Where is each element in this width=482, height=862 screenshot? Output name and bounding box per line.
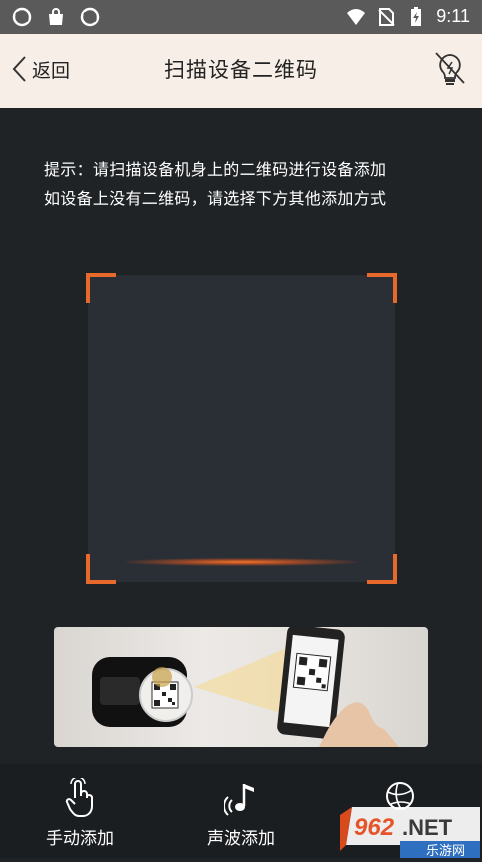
- hint-line-2: 如设备上没有二维码，请选择下方其他添加方式: [44, 189, 387, 208]
- sound-wave-add-button[interactable]: 声波添加: [171, 778, 311, 849]
- title-bar: 返回 扫描设备二维码: [0, 34, 482, 108]
- page-title: 扫描设备二维码: [164, 58, 318, 82]
- site-watermark-logo: 962 .NET 乐游网: [340, 805, 482, 859]
- scan-hint: 提示：请扫描设备机身上的二维码进行设备添加 如设备上没有二维码，请选择下方其他添…: [44, 155, 464, 213]
- wifi-icon: [347, 8, 366, 25]
- sync-icon: [12, 7, 32, 27]
- sync-icon: [80, 7, 100, 27]
- clock: 9:11: [436, 6, 470, 26]
- manual-add-button[interactable]: 手动添加: [10, 778, 150, 849]
- hand-tap-icon: [65, 778, 93, 817]
- battery-charging-icon: [411, 6, 422, 26]
- flashlight-off-icon[interactable]: [432, 50, 468, 88]
- shopping-bag-icon: [49, 8, 63, 25]
- camera-scanning-qr-image: [92, 627, 399, 747]
- sound-wave-icon: [224, 784, 254, 816]
- svg-text:962: 962: [354, 814, 395, 841]
- tab-label: 声波添加: [207, 829, 275, 849]
- scan-corner: [367, 273, 397, 303]
- watermark-logo-icon: 962 .NET 乐游网: [340, 807, 480, 859]
- qr-scan-frame: [86, 273, 397, 584]
- svg-text:.NET: .NET: [402, 815, 453, 840]
- svg-text:乐游网: 乐游网: [426, 844, 465, 858]
- scan-corner: [86, 554, 116, 584]
- scan-guide-illustration: [54, 627, 428, 747]
- status-bar: 9:11: [0, 0, 482, 34]
- scan-line: [126, 558, 357, 566]
- no-sim-icon: [378, 7, 396, 26]
- scan-corner: [86, 273, 116, 303]
- hint-line-1: 提示：请扫描设备机身上的二维码进行设备添加: [44, 160, 387, 179]
- tab-label: 手动添加: [46, 829, 114, 849]
- scan-corner: [367, 554, 397, 584]
